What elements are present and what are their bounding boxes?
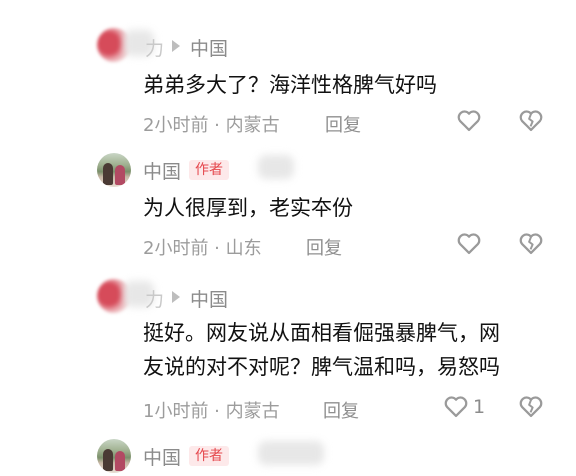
author-badge: 作者 — [189, 446, 229, 466]
ip-location: 中国 — [190, 38, 229, 60]
avatar[interactable] — [97, 439, 131, 473]
like-count: 1 — [473, 396, 486, 418]
heart-outline-icon[interactable] — [455, 229, 483, 257]
reply-button[interactable]: 回复 — [323, 397, 359, 423]
broken-heart-icon[interactable] — [517, 229, 545, 257]
username[interactable]: 中国 — [143, 443, 181, 470]
play-triangle-icon — [172, 40, 180, 52]
username[interactable]: 中国 — [143, 157, 181, 184]
comment-text: 弟弟多大了？海洋性格脾气好吗 — [143, 68, 437, 102]
heart-outline-icon[interactable] — [455, 106, 483, 134]
blurred-text — [258, 155, 294, 179]
avatar[interactable] — [97, 153, 131, 187]
username-partial: 力 — [145, 38, 165, 60]
reply-button[interactable]: 回复 — [306, 234, 342, 260]
comment-text-line: 友说的对不对呢？脾气温和吗，易怒吗 — [143, 355, 500, 379]
comment-time: 1小时前 · 内蒙古 — [143, 401, 280, 422]
comment-text-line: 挺好。网友说从面相看倔强暴脾气，网 — [143, 321, 500, 345]
comment-time: 2小时前 · 山东 — [143, 238, 262, 259]
blurred-text — [258, 441, 324, 465]
author-badge: 作者 — [189, 160, 229, 180]
play-triangle-icon — [172, 291, 180, 303]
broken-heart-icon[interactable] — [517, 106, 545, 134]
broken-heart-icon[interactable] — [517, 392, 545, 420]
comment-text-line: 为人很厚到，老实夲份 — [143, 196, 353, 220]
username-partial: 力 — [145, 289, 165, 311]
comment-text-line: 弟弟多大了？海洋性格脾气好吗 — [143, 73, 437, 97]
comment-text: 为人很厚到，老实夲份 — [143, 191, 353, 225]
comment-text: 挺好。网友说从面相看倔强暴脾气，网 友说的对不对呢？脾气温和吗，易怒吗 — [143, 316, 500, 384]
comment-time: 2小时前 · 内蒙古 — [143, 115, 280, 136]
reply-button[interactable]: 回复 — [325, 111, 361, 137]
ip-location: 中国 — [190, 289, 229, 311]
heart-outline-icon[interactable] — [442, 392, 470, 420]
